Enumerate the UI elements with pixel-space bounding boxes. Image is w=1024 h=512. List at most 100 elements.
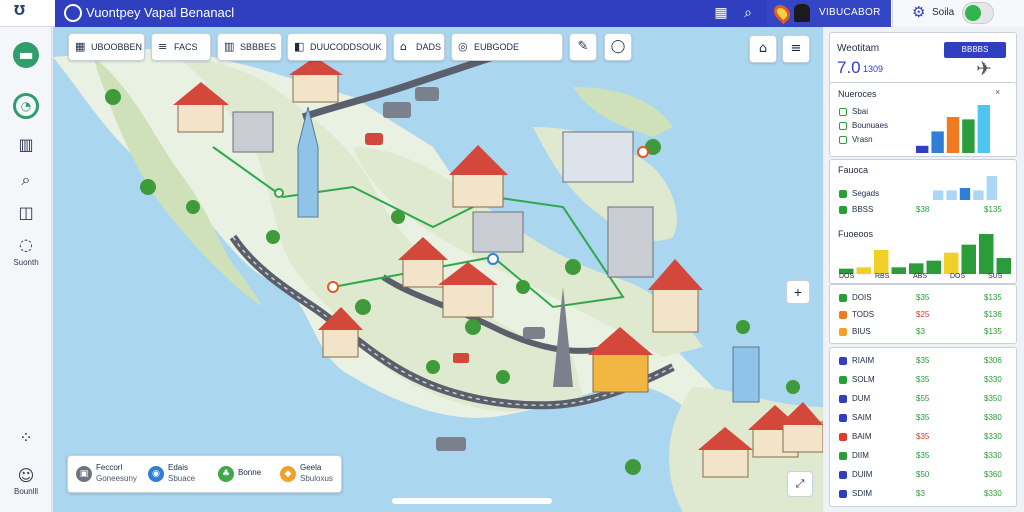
map-icon[interactable]: ▦: [710, 3, 732, 24]
toolbar-label-3: SBBBES: [240, 42, 277, 52]
row-value: $50: [916, 470, 930, 479]
chart-bar: [962, 119, 975, 153]
toolbar-item-6[interactable]: ◎ EUBGODE: [451, 33, 563, 61]
home-icon: ⌂: [400, 40, 407, 53]
row-value: $35: [916, 413, 930, 422]
chart-bar: [986, 176, 997, 200]
settings-toggle[interactable]: [962, 2, 994, 24]
list-icon: ≡: [158, 40, 168, 53]
comment-icon[interactable]: ◌: [13, 232, 39, 258]
legend-title: Geela: [300, 463, 322, 472]
checkbox[interactable]: [839, 108, 847, 116]
zoom-in-button[interactable]: +: [786, 280, 810, 304]
legend-sub: Sbuace: [168, 474, 196, 483]
expand-icon[interactable]: ⤢: [787, 471, 813, 497]
checkbox[interactable]: [839, 395, 847, 403]
refresh-icon[interactable]: ◔: [13, 93, 39, 119]
row-value: $35: [916, 375, 930, 384]
checkbox[interactable]: [839, 452, 847, 460]
filters-card: Nueroces × Sbai Bounuaes Vrasn: [829, 82, 1017, 157]
legend-sub: Sbuloxus: [300, 474, 333, 483]
filter-row: Sbai: [852, 107, 869, 116]
toolbar-item-1[interactable]: ▦ UBOOBBEN: [68, 33, 145, 61]
toolbar-item-2[interactable]: ≡ FACS: [151, 33, 211, 61]
search-icon[interactable]: ⌕: [737, 3, 759, 24]
building-icon: ▥: [224, 40, 235, 53]
rail-label: Suonth: [13, 258, 39, 267]
checkbox[interactable]: [839, 357, 847, 365]
row-right: $135: [984, 293, 1002, 302]
app-title: Vuontpey Vapal Benanacl: [86, 5, 235, 20]
checkbox[interactable]: [839, 122, 847, 130]
toolbar-label-6: EUBGODE: [474, 42, 520, 52]
gear-icon[interactable]: ⚙: [912, 3, 925, 21]
toolbar-item-5[interactable]: ⌂ DADS: [393, 33, 445, 61]
row-label: SAIM: [852, 413, 872, 422]
row-label: DUM: [852, 394, 871, 403]
checkbox[interactable]: [839, 471, 847, 479]
pencil-icon[interactable]: ✎: [569, 33, 597, 61]
plane-icon: ✈: [976, 58, 992, 80]
chart-bar: [977, 105, 990, 153]
chart-bar: [926, 260, 941, 274]
row-right: $360: [984, 470, 1002, 479]
summary-button[interactable]: BBBBS: [944, 42, 1006, 58]
checkbox[interactable]: [839, 414, 847, 422]
chart-1: [916, 105, 990, 153]
checkbox[interactable]: [839, 190, 847, 198]
settings-label: Soila: [932, 7, 955, 18]
checkbox[interactable]: [839, 433, 847, 441]
row-label: DIIM: [852, 451, 869, 460]
checkbox[interactable]: [839, 328, 847, 336]
cart-icon: ◆: [280, 466, 296, 482]
checkbox[interactable]: [839, 206, 847, 214]
people-icon[interactable]: ☺: [13, 463, 39, 489]
legend-item[interactable]: ♣ Bonne: [218, 460, 273, 490]
legend-item[interactable]: ▣ Feccorl Goneesuny: [76, 460, 138, 490]
row-right: $380: [984, 413, 1002, 422]
toolbar-item-4[interactable]: ◧ DUUCODDSOUK: [287, 33, 387, 61]
summary-title: Weotitam: [837, 43, 880, 54]
checkbox[interactable]: [839, 136, 847, 144]
axis-label: RBS: [875, 273, 890, 280]
toolbar-item-3[interactable]: ▥ SBBBES: [217, 33, 282, 61]
avatar: [794, 4, 810, 22]
checkbox[interactable]: [839, 376, 847, 384]
search-icon[interactable]: ⌕: [13, 167, 39, 193]
home-icon[interactable]: [64, 4, 82, 22]
marker-icon[interactable]: ◯: [604, 33, 632, 61]
row-label: SOLM: [852, 375, 875, 384]
toolbar-label-1: UBOOBBEN: [91, 42, 143, 52]
building-icon[interactable]: ▥: [13, 132, 39, 158]
checkbox[interactable]: [839, 294, 847, 302]
network-icon[interactable]: ⁘: [13, 425, 39, 451]
map-canvas[interactable]: ▦ UBOOBBEN ≡ FACS ▥ SBBBES ◧ DUUCODDSOUK…: [53, 27, 823, 512]
checkbox[interactable]: [839, 311, 847, 319]
row-value: $3: [916, 489, 925, 498]
row-right: $330: [984, 451, 1002, 460]
bottom-card: RIAIM $35 $306 SOLM $35 $330 DUM $55 $350 SAIM $35…: [829, 347, 1017, 507]
user-menu[interactable]: VIBUCABOR: [767, 0, 891, 27]
row-label: TODS: [852, 310, 875, 319]
settings-area: ⚙ Soila: [892, 0, 1024, 27]
right-panel: Weotitam 7.0 1309 BBBBS ✈ Nueroces × Sba…: [824, 27, 1024, 512]
top-bar: Ʊ Vuontpey Vapal Benanacl ▦ ⌕ VIBUCABOR …: [0, 0, 1024, 27]
close-icon[interactable]: ×: [995, 87, 1000, 97]
menu-icon[interactable]: ≡: [782, 35, 810, 63]
chart-bar: [946, 190, 957, 200]
legend-item[interactable]: ◆ Geela Sbuloxus: [280, 460, 340, 490]
horizontal-scrollbar[interactable]: [392, 498, 552, 504]
row-right: $135: [984, 327, 1002, 336]
book-icon[interactable]: ◫: [13, 200, 39, 226]
row-right: $136: [984, 310, 1002, 319]
legend-item[interactable]: ◉ Edais Sbuace: [148, 460, 208, 490]
summary-value: 7.0: [837, 58, 861, 77]
checkbox[interactable]: [839, 490, 847, 498]
row-value: $35: [916, 432, 930, 441]
chat-icon[interactable]: ▬: [13, 42, 39, 68]
activity-row-value: $38: [916, 205, 930, 214]
compass-icon[interactable]: ⌂: [749, 35, 777, 63]
activity-title: Fauoca: [838, 165, 869, 175]
row-value: $3: [916, 327, 925, 336]
toolbar-label-5: DADS: [416, 42, 442, 52]
